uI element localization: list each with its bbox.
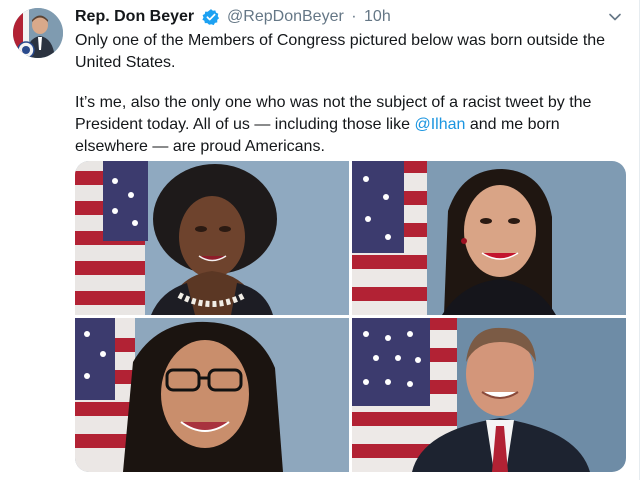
- tweet-card[interactable]: Rep. Don Beyer @RepDonBeyer · 10h Only o…: [0, 0, 640, 480]
- tweet-paragraph-2: It’s me, also the only one who was not t…: [75, 92, 623, 158]
- media-grid: [75, 161, 626, 472]
- photo-woman-dark-hair[interactable]: [352, 161, 626, 315]
- verified-badge-icon: [201, 8, 220, 26]
- separator: ·: [351, 8, 357, 25]
- tweet-text: Only one of the Members of Congress pict…: [75, 30, 623, 158]
- tweet-paragraph-1: Only one of the Members of Congress pict…: [75, 32, 606, 71]
- author-name[interactable]: Rep. Don Beyer: [75, 8, 194, 25]
- avatar[interactable]: [13, 8, 63, 58]
- tweet-timestamp[interactable]: 10h: [364, 8, 391, 25]
- photo-woman-braids[interactable]: [75, 161, 349, 315]
- mention-link[interactable]: @Ilhan: [414, 116, 465, 133]
- author-handle[interactable]: @RepDonBeyer: [227, 8, 344, 25]
- tweet-header: Rep. Don Beyer @RepDonBeyer · 10h: [75, 8, 391, 30]
- chevron-down-icon[interactable]: [608, 10, 622, 24]
- photo-woman-glasses[interactable]: [75, 318, 349, 472]
- photo-man-suit[interactable]: [352, 318, 626, 472]
